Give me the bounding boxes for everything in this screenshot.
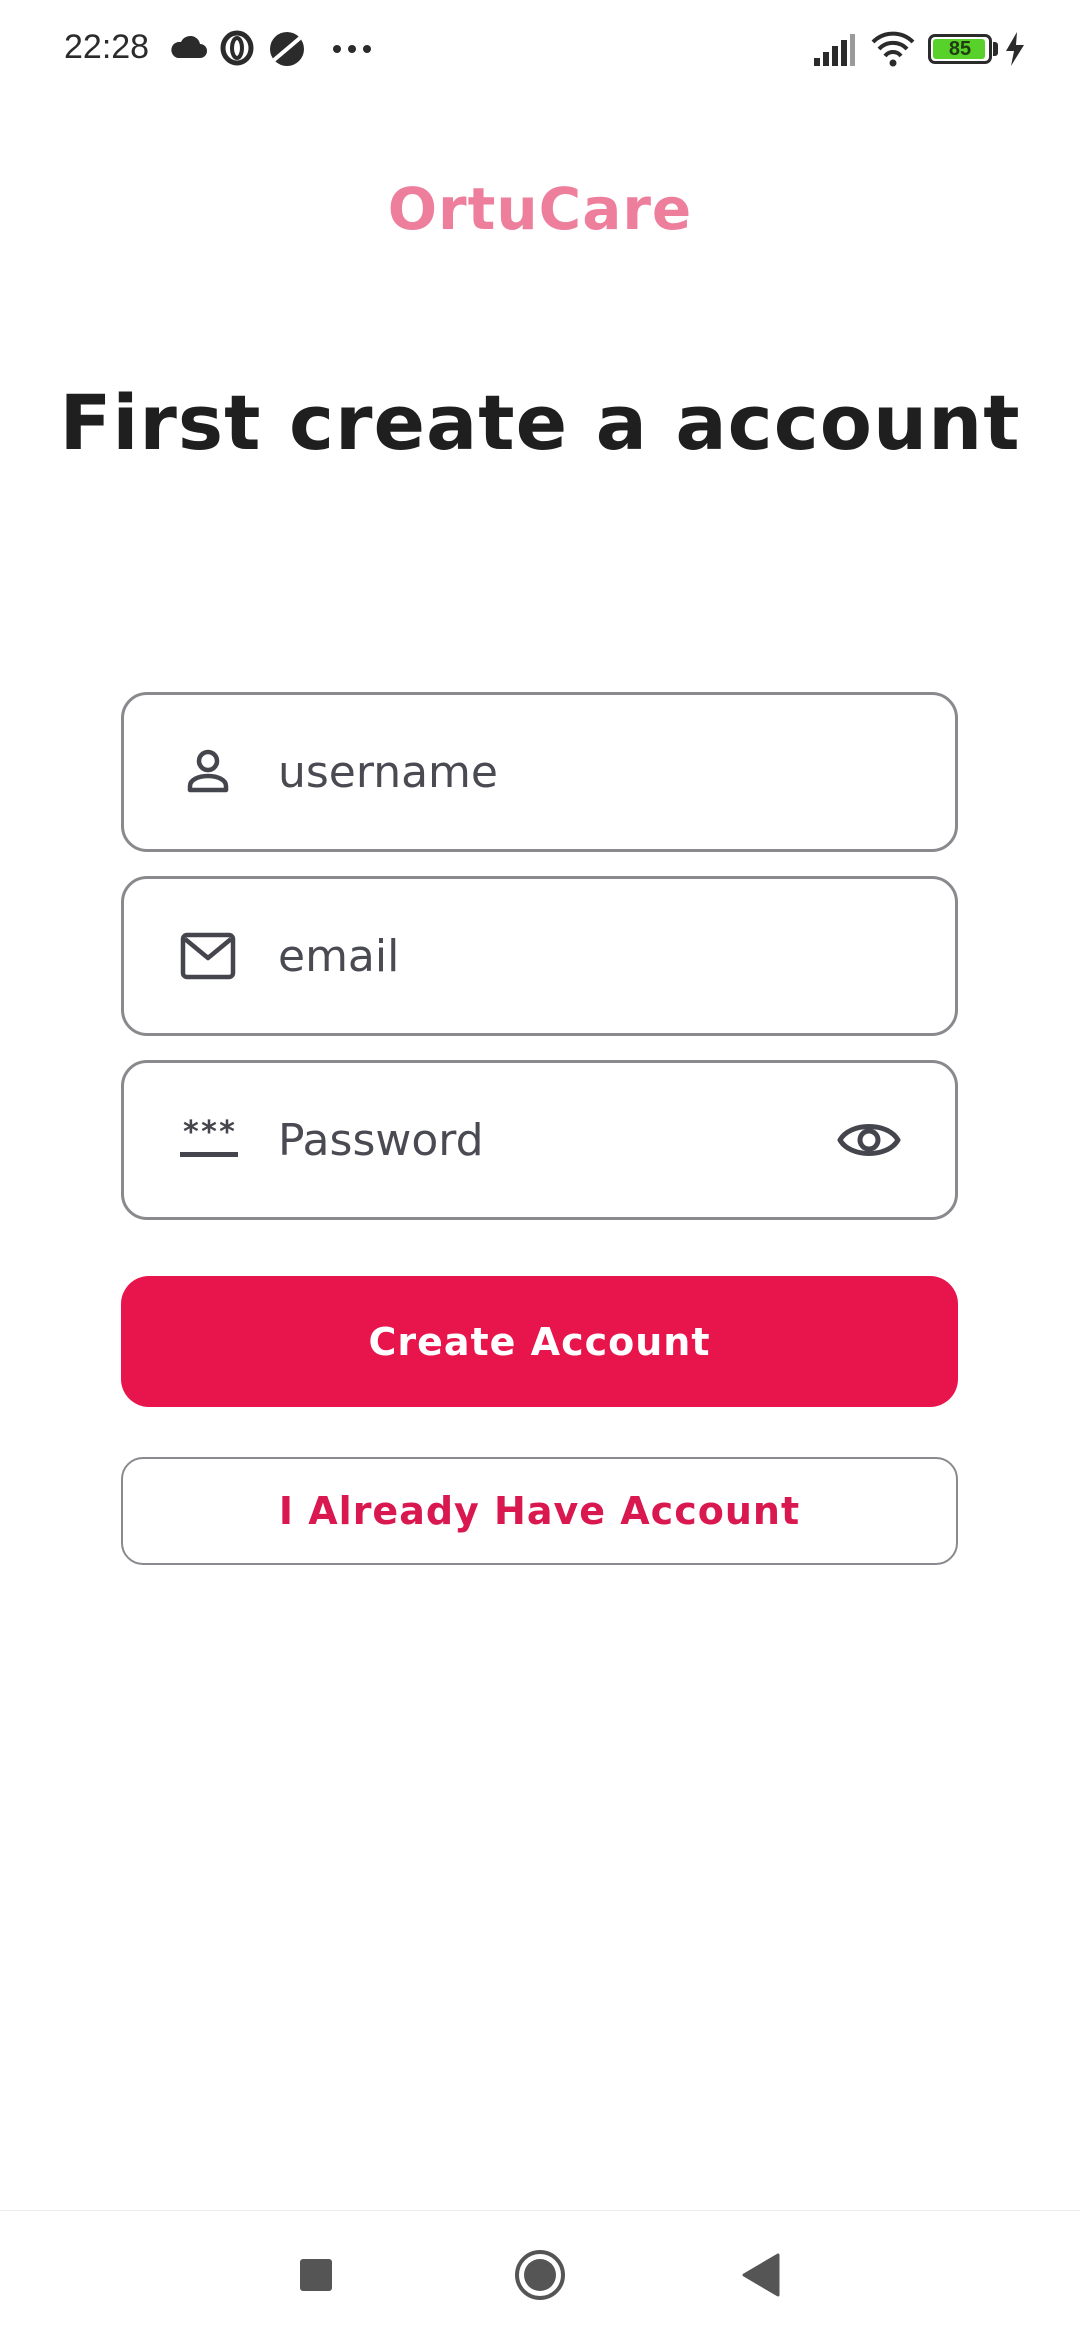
battery-nub bbox=[993, 42, 998, 56]
app-brand: OrtuCare bbox=[387, 175, 693, 243]
email-input[interactable] bbox=[278, 879, 838, 1033]
page-title: First create a account bbox=[59, 378, 1021, 467]
wifi-icon bbox=[871, 31, 915, 67]
signal-icon bbox=[814, 34, 855, 66]
username-field[interactable] bbox=[121, 692, 958, 852]
screen: 22:28 85 OrtuCare First create a account… bbox=[0, 0, 1080, 2340]
create-account-button[interactable]: Create Account bbox=[121, 1276, 958, 1407]
status-bar: 22:28 85 bbox=[0, 0, 1080, 100]
navigation-bar bbox=[0, 2210, 1080, 2340]
mail-icon bbox=[180, 932, 236, 980]
home-button[interactable] bbox=[475, 2211, 605, 2340]
back-icon bbox=[742, 2253, 780, 2297]
back-button[interactable] bbox=[696, 2211, 826, 2340]
charging-icon bbox=[1006, 32, 1024, 66]
email-field[interactable] bbox=[121, 876, 958, 1036]
person-icon bbox=[187, 749, 229, 793]
recent-apps-icon bbox=[300, 2259, 332, 2291]
svg-text:***: *** bbox=[182, 1115, 236, 1150]
opera-icon bbox=[220, 30, 254, 66]
more-dots-icon bbox=[333, 45, 371, 53]
battery-level: 85 bbox=[948, 38, 972, 60]
cloud-icon bbox=[171, 35, 207, 58]
already-have-account-button[interactable]: I Already Have Account bbox=[121, 1457, 958, 1565]
browser-icon bbox=[270, 32, 304, 66]
eye-icon[interactable] bbox=[837, 1108, 901, 1172]
status-time: 22:28 bbox=[64, 28, 150, 66]
password-field[interactable]: *** bbox=[121, 1060, 958, 1220]
battery-icon: 85 bbox=[928, 34, 992, 64]
username-input[interactable] bbox=[278, 695, 838, 849]
recent-apps-button[interactable] bbox=[251, 2211, 381, 2340]
home-icon bbox=[515, 2250, 565, 2300]
password-icon: *** bbox=[180, 1115, 238, 1157]
password-input[interactable] bbox=[278, 1063, 838, 1217]
